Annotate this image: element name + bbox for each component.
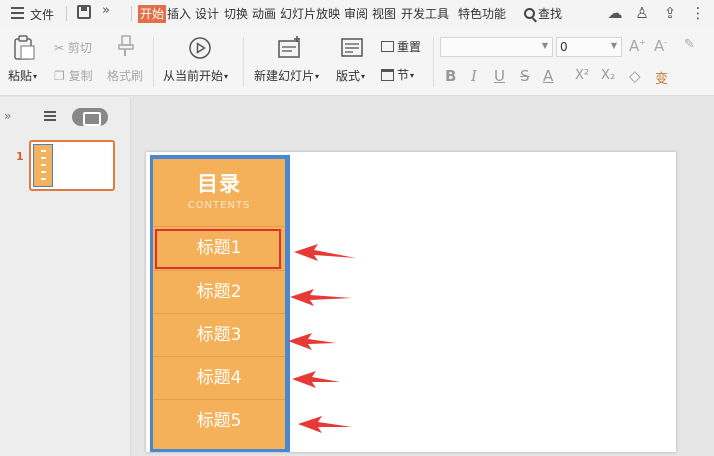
tab-slideshow[interactable]: 幻灯片放映 <box>280 5 340 23</box>
thumbnail-toc-strip <box>33 144 53 187</box>
bold-button[interactable]: B <box>445 67 456 85</box>
eraser-icon[interactable]: ◇ <box>629 67 641 85</box>
copy-button[interactable]: ❐ 复制 <box>54 67 93 84</box>
chevron-down-icon: ▼ <box>610 41 617 50</box>
menu-separator <box>131 6 132 21</box>
reset-button[interactable]: 重置 <box>381 38 421 55</box>
font-size-select[interactable]: 0 ▼ <box>556 37 622 57</box>
ribbon-separator <box>433 37 434 87</box>
italic-button[interactable]: I <box>471 67 477 85</box>
cut-icon: ✂ <box>54 41 65 55</box>
menu-bar: 文件 » 开始 插入 设计 切换 动画 幻灯片放映 审阅 视图 开发工具 特色功… <box>0 0 714 27</box>
chevron-down-icon: ▼ <box>541 41 548 50</box>
subscript-button[interactable]: X₂ <box>601 68 615 83</box>
underline-button[interactable]: U <box>494 67 505 85</box>
cut-button[interactable]: ✂ 剪切 <box>54 39 92 56</box>
outline-view-icon[interactable] <box>44 111 56 122</box>
toc-item-3[interactable]: 标题3 <box>153 314 285 357</box>
tab-design[interactable]: 设计 <box>195 5 219 23</box>
tab-view[interactable]: 视图 <box>372 5 396 23</box>
more-icon[interactable]: » <box>102 3 110 18</box>
expand-pane-icon[interactable]: » <box>4 109 11 123</box>
save-icon[interactable] <box>77 5 91 19</box>
cloud-sync-icon[interactable]: ☁ <box>606 4 624 22</box>
menu-separator <box>66 6 67 21</box>
toc-item-5[interactable]: 标题5 <box>153 400 285 443</box>
share-icon[interactable]: ⇪ <box>661 4 679 22</box>
tab-insert[interactable]: 插入 <box>167 5 191 23</box>
tab-developer[interactable]: 开发工具 <box>401 5 449 23</box>
tab-review[interactable]: 审阅 <box>344 5 368 23</box>
tab-transition[interactable]: 切换 <box>224 5 248 23</box>
search-icon <box>524 8 535 19</box>
slide-number: 1 <box>16 150 24 163</box>
play-from-current-icon[interactable] <box>188 36 212 63</box>
increase-font-icon[interactable]: A+ <box>629 37 646 55</box>
tab-special-features[interactable]: 特色功能 <box>458 5 506 23</box>
share-user-icon[interactable]: ♙ <box>633 4 651 22</box>
format-painter-icon <box>118 35 134 56</box>
selection-highlight-box <box>155 229 281 269</box>
search-label: 查找 <box>538 7 563 21</box>
file-menu[interactable]: 文件 <box>30 6 54 23</box>
decrease-font-icon[interactable]: A- <box>654 37 667 55</box>
search-button[interactable]: 查找 <box>524 5 562 22</box>
toc-title[interactable]: 目录 <box>153 168 285 198</box>
section-icon <box>381 69 394 81</box>
toc-item-2[interactable]: 标题2 <box>153 271 285 314</box>
play-from-current-button[interactable]: 从当前开始▾ <box>163 67 228 84</box>
layout-button[interactable]: 版式▾ <box>336 67 365 84</box>
hamburger-menu-icon[interactable] <box>11 7 24 19</box>
layout-icon[interactable] <box>341 37 363 62</box>
superscript-button[interactable]: X² <box>575 68 589 83</box>
paste-icon <box>14 35 35 60</box>
new-slide-button[interactable]: 新建幻灯片▾ <box>254 67 319 84</box>
copy-icon: ❐ <box>54 69 65 83</box>
clear-format-icon[interactable]: ✎ <box>684 37 695 52</box>
format-painter-button[interactable] <box>110 35 142 60</box>
toc-subtitle[interactable]: CONTENTS <box>153 200 285 211</box>
phonetic-guide-icon[interactable]: 变 <box>655 68 668 87</box>
toc-item-4[interactable]: 标题4 <box>153 357 285 400</box>
format-painter-label[interactable]: 格式刷 <box>107 67 143 84</box>
paste-label[interactable]: 粘贴▾ <box>8 67 37 84</box>
tab-animation[interactable]: 动画 <box>252 5 276 23</box>
ribbon-separator <box>153 37 154 87</box>
ribbon-separator <box>243 37 244 87</box>
ribbon-toolbar: 粘贴▾ ✂ 剪切 ❐ 复制 格式刷 从当前开始▾ 新建幻灯片▾ 版式▾ 重置 节… <box>0 27 714 96</box>
tab-home[interactable]: 开始 <box>138 5 167 23</box>
section-button[interactable]: 节▾ <box>381 66 414 83</box>
font-color-button[interactable]: A <box>543 67 553 85</box>
more-options-icon[interactable]: ⋮ <box>689 4 707 22</box>
paste-button[interactable] <box>10 35 38 64</box>
new-slide-icon[interactable] <box>277 35 303 62</box>
strikethrough-button[interactable]: S <box>520 67 530 85</box>
slide-thumbnail[interactable] <box>29 140 115 191</box>
font-name-select[interactable]: ▼ <box>440 37 553 57</box>
slides-view-toggle[interactable] <box>72 108 108 126</box>
reset-icon <box>381 41 394 52</box>
